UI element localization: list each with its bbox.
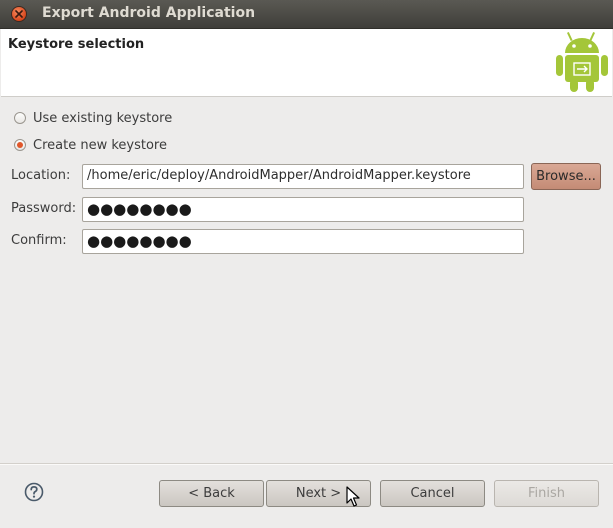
- use-existing-keystore-radio[interactable]: Use existing keystore: [14, 109, 172, 127]
- cancel-button[interactable]: Cancel: [380, 480, 485, 507]
- close-icon[interactable]: [11, 6, 27, 22]
- location-input[interactable]: /home/eric/deploy/AndroidMapper/AndroidM…: [82, 164, 524, 189]
- window-title: Export Android Application: [42, 5, 256, 21]
- footer-separator: [0, 463, 613, 465]
- export-dialog: Export Android Application Keystore sele…: [0, 0, 613, 528]
- radio-unchecked-icon[interactable]: [14, 112, 26, 124]
- title-bar: Export Android Application: [0, 0, 613, 29]
- help-icon[interactable]: [24, 482, 44, 502]
- mouse-cursor-icon: [346, 486, 360, 508]
- radio-checked-icon[interactable]: [14, 139, 26, 151]
- page-title: Keystore selection: [8, 37, 145, 52]
- confirm-label: Confirm:: [11, 233, 67, 248]
- confirm-password-field[interactable]: ●●●●●●●●: [82, 229, 524, 254]
- wizard-banner: Keystore selection: [1, 29, 612, 97]
- back-button[interactable]: < Back: [159, 480, 264, 507]
- finish-button: Finish: [494, 480, 599, 507]
- browse-button[interactable]: Browse...: [531, 163, 601, 190]
- location-label: Location:: [11, 168, 71, 183]
- create-new-keystore-radio[interactable]: Create new keystore: [14, 136, 167, 154]
- use-existing-keystore-label: Use existing keystore: [33, 110, 173, 126]
- create-new-keystore-label: Create new keystore: [33, 137, 167, 153]
- password-label: Password:: [11, 201, 77, 216]
- password-field[interactable]: ●●●●●●●●: [82, 197, 524, 222]
- android-logo-icon: [554, 31, 610, 97]
